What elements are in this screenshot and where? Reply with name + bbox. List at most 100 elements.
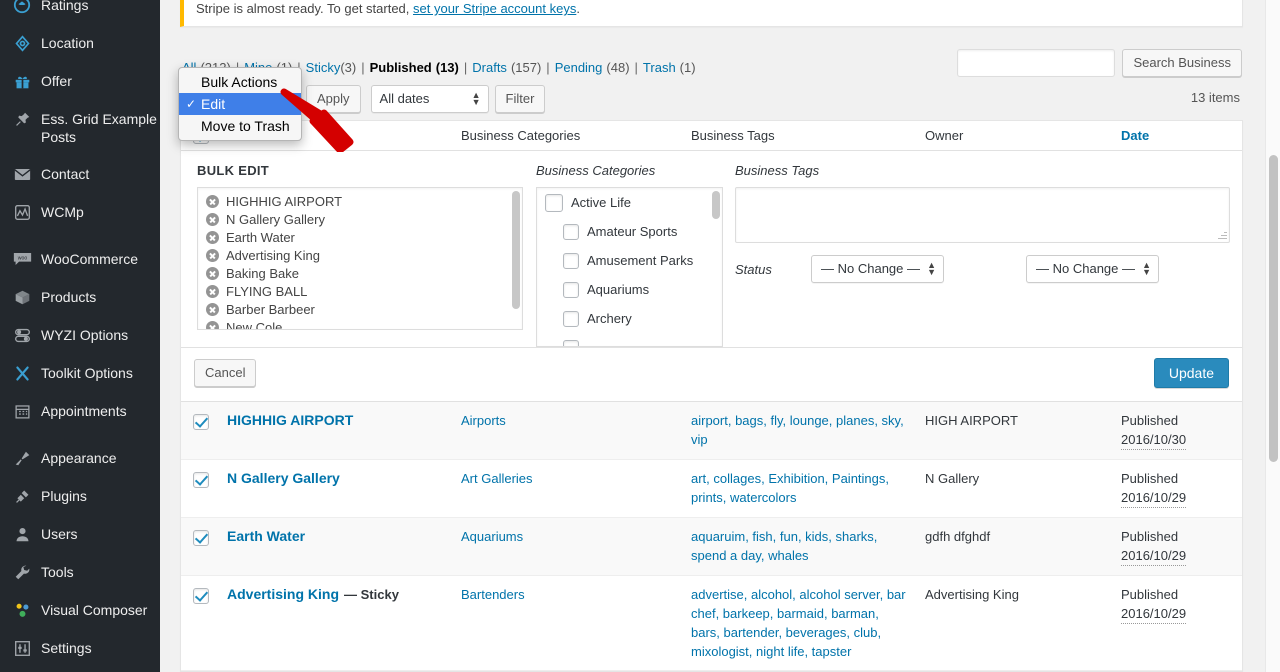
remove-item-icon[interactable] bbox=[206, 320, 219, 329]
remove-item-icon[interactable] bbox=[206, 230, 219, 244]
sidebar-item-woocommerce[interactable]: woo WooCommerce bbox=[0, 240, 160, 278]
sidebar-item-wyzi-options[interactable]: WYZI Options bbox=[0, 316, 160, 354]
column-header-date[interactable]: Date bbox=[1113, 128, 1233, 143]
sidebar-item-label: Toolkit Options bbox=[41, 365, 133, 381]
row-owner-cell: HIGH AIRPORT bbox=[925, 413, 1018, 428]
resize-grip-icon[interactable] bbox=[1217, 230, 1227, 240]
row-tags-links[interactable]: aquaruim, fish, fun, kids, sharks, spend… bbox=[691, 529, 877, 563]
sidebar-item-toolkit-options[interactable]: Toolkit Options bbox=[0, 354, 160, 392]
filter-link-published[interactable]: Published bbox=[370, 60, 432, 75]
row-tags-links[interactable]: art, collages, Exhibition, Paintings, pr… bbox=[691, 471, 889, 505]
red-arrow-annotation bbox=[280, 88, 354, 152]
sidebar-item-label: Location bbox=[41, 35, 94, 51]
filter-link-drafts[interactable]: Drafts bbox=[472, 60, 507, 75]
bulk-edit-title-label: N Gallery Gallery bbox=[226, 211, 325, 227]
row-title-link[interactable]: Earth Water bbox=[227, 528, 305, 544]
categories-label: Business Categories bbox=[536, 163, 656, 178]
category-checkbox[interactable] bbox=[563, 223, 579, 240]
sidebar-item-appointments[interactable]: Appointments bbox=[0, 392, 160, 430]
row-category-link[interactable]: Airports bbox=[461, 413, 506, 428]
sidebar-item-products[interactable]: Products bbox=[0, 278, 160, 316]
sidebar-item-settings[interactable]: Settings bbox=[0, 629, 160, 667]
category-label: Amateur Sports bbox=[587, 224, 678, 239]
remove-item-icon[interactable] bbox=[206, 302, 219, 316]
category-checkbox[interactable] bbox=[563, 339, 579, 346]
stripe-account-keys-link[interactable]: set your Stripe account keys bbox=[413, 1, 576, 16]
category-item-partial[interactable] bbox=[537, 333, 722, 346]
sidebar-item-wcmp[interactable]: WCMp bbox=[0, 193, 160, 231]
row-title-link[interactable]: N Gallery Gallery bbox=[227, 470, 340, 486]
bulk-edit-title-item: HIGHHIG AIRPORT bbox=[200, 192, 522, 210]
sidebar-item-location[interactable]: Location bbox=[0, 24, 160, 62]
row-categories-cell: Aquariums bbox=[453, 527, 683, 566]
sidebar-item-ess-grid-example-posts[interactable]: Ess. Grid Example Posts bbox=[0, 100, 160, 155]
remove-item-icon[interactable] bbox=[206, 194, 219, 208]
category-item[interactable]: Archery bbox=[537, 304, 722, 333]
row-title-link[interactable]: HIGHHIG AIRPORT bbox=[227, 412, 353, 428]
row-checkbox[interactable] bbox=[193, 471, 209, 488]
browser-scrollbar[interactable] bbox=[1265, 0, 1280, 672]
row-tags-links[interactable]: airport, bags, fly, lounge, planes, sky,… bbox=[691, 413, 904, 447]
row-owner-cell: Advertising King bbox=[925, 587, 1019, 602]
category-item[interactable]: Aquariums bbox=[537, 275, 722, 304]
remove-item-icon[interactable] bbox=[206, 248, 219, 262]
row-category-link[interactable]: Aquariums bbox=[461, 529, 523, 544]
row-title-link[interactable]: Advertising King bbox=[227, 586, 339, 602]
row-date-cell: Published 2016/10/30 bbox=[1113, 411, 1233, 450]
row-date-cell: Published 2016/10/29 bbox=[1113, 527, 1233, 566]
row-category-link[interactable]: Art Galleries bbox=[461, 471, 533, 486]
sticky-select[interactable]: — No Change — ▲ ▼ bbox=[1026, 255, 1159, 283]
column-date-link[interactable]: Date bbox=[1121, 128, 1149, 143]
remove-item-icon[interactable] bbox=[206, 212, 219, 226]
status-select[interactable]: — No Change — ▲ ▼ bbox=[811, 255, 944, 283]
titles-scroll-thumb[interactable] bbox=[512, 191, 520, 309]
sidebar-item-appearance[interactable]: Appearance bbox=[0, 439, 160, 477]
category-label: Aquariums bbox=[587, 282, 650, 297]
sidebar-item-offer[interactable]: Offer bbox=[0, 62, 160, 100]
filter-link-pending[interactable]: Pending bbox=[555, 60, 603, 75]
category-checkbox[interactable] bbox=[563, 310, 579, 327]
update-button[interactable]: Update bbox=[1153, 358, 1229, 388]
filter-button[interactable]: Filter bbox=[494, 85, 546, 113]
row-category-link[interactable]: Bartenders bbox=[461, 587, 525, 602]
remove-item-icon[interactable] bbox=[206, 284, 219, 298]
status-value: — No Change — bbox=[821, 261, 920, 276]
row-checkbox[interactable] bbox=[193, 587, 209, 604]
category-checkbox[interactable] bbox=[563, 252, 579, 269]
notice-text-after: . bbox=[576, 1, 580, 16]
browser-scrollbar-thumb[interactable] bbox=[1269, 155, 1278, 462]
categories-scroll-thumb[interactable] bbox=[712, 191, 720, 219]
sliders-icon bbox=[11, 638, 33, 658]
category-item[interactable]: Amateur Sports bbox=[537, 217, 722, 246]
svg-text:woo: woo bbox=[17, 255, 27, 261]
categories-scrollbar[interactable] bbox=[712, 191, 720, 343]
remove-item-icon[interactable] bbox=[206, 266, 219, 280]
sidebar-item-contact[interactable]: Contact bbox=[0, 155, 160, 193]
sidebar-item-label: Settings bbox=[41, 640, 92, 656]
sticky-indicator: — Sticky bbox=[344, 587, 399, 602]
bulk-action-option-label: Edit bbox=[201, 96, 226, 112]
cancel-button[interactable]: Cancel bbox=[194, 359, 257, 387]
chevron-updown-icon: ▲ ▼ bbox=[927, 260, 936, 277]
chart-icon bbox=[11, 202, 33, 222]
row-categories-cell: Art Galleries bbox=[453, 469, 683, 508]
sidebar-item-ratings[interactable]: Ratings bbox=[0, 0, 160, 24]
sidebar-item-plugins[interactable]: Plugins bbox=[0, 477, 160, 515]
category-checkbox[interactable] bbox=[545, 193, 563, 212]
sidebar-item-users[interactable]: Users bbox=[0, 515, 160, 553]
search-business-button[interactable]: Search Business bbox=[1122, 49, 1242, 77]
tags-textarea[interactable] bbox=[735, 187, 1230, 243]
category-item[interactable]: Active Life bbox=[537, 188, 722, 217]
category-checkbox[interactable] bbox=[563, 281, 579, 298]
sidebar-item-tools[interactable]: Tools bbox=[0, 553, 160, 591]
filter-link-sticky[interactable]: Sticky bbox=[306, 60, 341, 75]
row-checkbox[interactable] bbox=[193, 529, 209, 546]
search-input[interactable] bbox=[957, 49, 1116, 77]
sidebar-item-visual-composer[interactable]: Visual Composer bbox=[0, 591, 160, 629]
titles-scrollbar[interactable] bbox=[512, 191, 520, 326]
filter-link-trash[interactable]: Trash bbox=[643, 60, 676, 75]
category-item[interactable]: Amusement Parks bbox=[537, 246, 722, 275]
row-checkbox[interactable] bbox=[193, 413, 209, 430]
row-tags-links[interactable]: advertise, alcohol, alcohol server, bar … bbox=[691, 587, 906, 659]
sidebar-item-label: Contact bbox=[41, 166, 90, 182]
